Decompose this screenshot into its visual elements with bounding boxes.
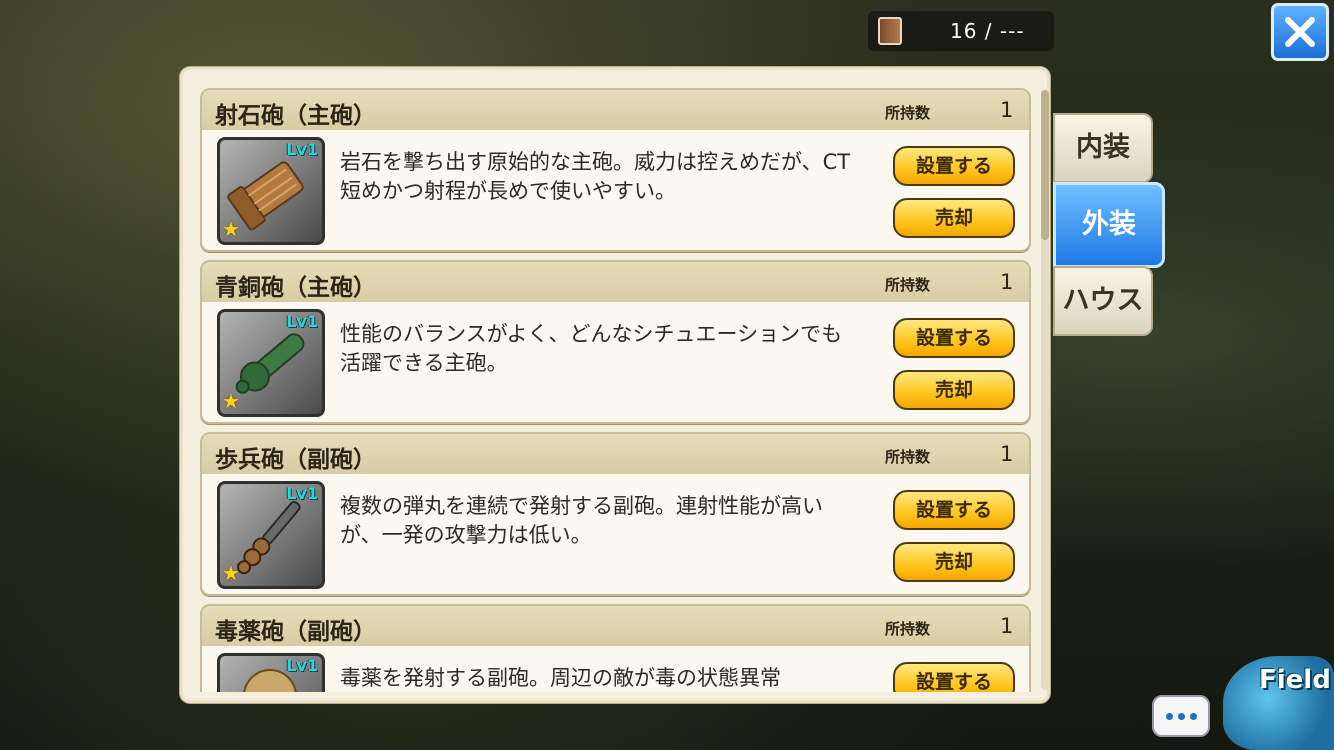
sell-button[interactable]: 売却 [893,370,1015,410]
item-name: 射石砲（主砲） [215,103,376,129]
sell-button[interactable]: 売却 [893,198,1015,238]
tab-exterior[interactable]: 外装 [1053,182,1165,268]
item-name: 青銅砲（主砲） [215,275,376,301]
held-count-label: 所持数 [885,620,931,638]
held-count: 1 [1000,98,1014,122]
bronze-cannon-icon[interactable]: Lv1 ★ [217,309,325,417]
item-description: 複数の弾丸を連続で発射する副砲。連射性能が高いが、一発の攻撃力は低い。 [340,494,823,547]
place-button[interactable]: 設置する [893,662,1015,692]
infantry-gun-icon[interactable]: Lv1 ★ [217,481,325,589]
item-name: 毒薬砲（副砲） [215,619,376,645]
held-count-label: 所持数 [885,104,931,122]
item-card-header: 毒薬砲（副砲） 所持数 1 [202,606,1029,646]
level-badge: Lv1 [286,140,318,159]
chat-bubble-icon[interactable] [1152,695,1210,737]
close-button[interactable] [1271,3,1329,61]
item-card-header: 青銅砲（主砲） 所持数 1 [202,262,1029,302]
item-count-display: 16 / --- [868,11,1054,51]
level-badge: Lv1 [286,656,318,675]
item-name: 歩兵砲（副砲） [215,447,376,473]
held-count: 1 [1000,270,1014,294]
place-button[interactable]: 設置する [893,146,1015,186]
star-icon: ★ [222,561,240,585]
sell-button[interactable]: 売却 [893,542,1015,582]
tab-interior[interactable]: 内装 [1053,113,1153,183]
item-card-header: 歩兵砲（副砲） 所持数 1 [202,434,1029,474]
poison-cannon-icon[interactable]: Lv1 [217,653,325,692]
item-card: 射石砲（主砲） 所持数 1 Lv1 ★ 岩石を撃ち出す原始的な主砲。威力は控えめ… [200,88,1031,252]
item-description: 毒薬を発射する副砲。周辺の敵が毒の状態異常 [340,666,781,690]
item-card: 青銅砲（主砲） 所持数 1 Lv1 ★ 性能のバランスがよく、どんなシチュエーシ… [200,260,1031,424]
held-count: 1 [1000,614,1014,638]
item-list[interactable]: 射石砲（主砲） 所持数 1 Lv1 ★ 岩石を撃ち出す原始的な主砲。威力は控えめ… [200,88,1035,692]
item-description: 性能のバランスがよく、どんなシチュエーションでも活躍できる主砲。 [340,322,843,375]
held-count-label: 所持数 [885,276,931,294]
field-label: Field [1259,665,1331,695]
item-count-text: 16 / --- [950,19,1025,43]
held-count: 1 [1000,442,1014,466]
place-button[interactable]: 設置する [893,490,1015,530]
item-card-header: 射石砲（主砲） 所持数 1 [202,90,1029,130]
item-list-panel: 射石砲（主砲） 所持数 1 Lv1 ★ 岩石を撃ち出す原始的な主砲。威力は控えめ… [180,67,1050,703]
item-description: 岩石を撃ち出す原始的な主砲。威力は控えめだが、CT短めかつ射程が長めで使いやすい… [340,150,851,203]
item-card: 毒薬砲（副砲） 所持数 1 Lv1 毒薬を発射する副砲。周辺の敵が毒の状態異常 … [200,604,1031,692]
item-card: 歩兵砲（副砲） 所持数 1 Lv1 ★ 複数の弾丸を連続で発射する副砲。連射性能… [200,432,1031,596]
scrollbar[interactable] [1041,90,1049,690]
star-icon: ★ [222,389,240,413]
held-count-label: 所持数 [885,448,931,466]
level-badge: Lv1 [286,312,318,331]
close-icon [1285,17,1315,47]
tab-house[interactable]: ハウス [1053,266,1153,336]
place-button[interactable]: 設置する [893,318,1015,358]
stone-cannon-icon[interactable]: Lv1 ★ [217,137,325,245]
star-icon: ★ [222,217,240,241]
book-icon [878,17,902,45]
level-badge: Lv1 [286,484,318,503]
scrollbar-thumb[interactable] [1041,90,1049,240]
